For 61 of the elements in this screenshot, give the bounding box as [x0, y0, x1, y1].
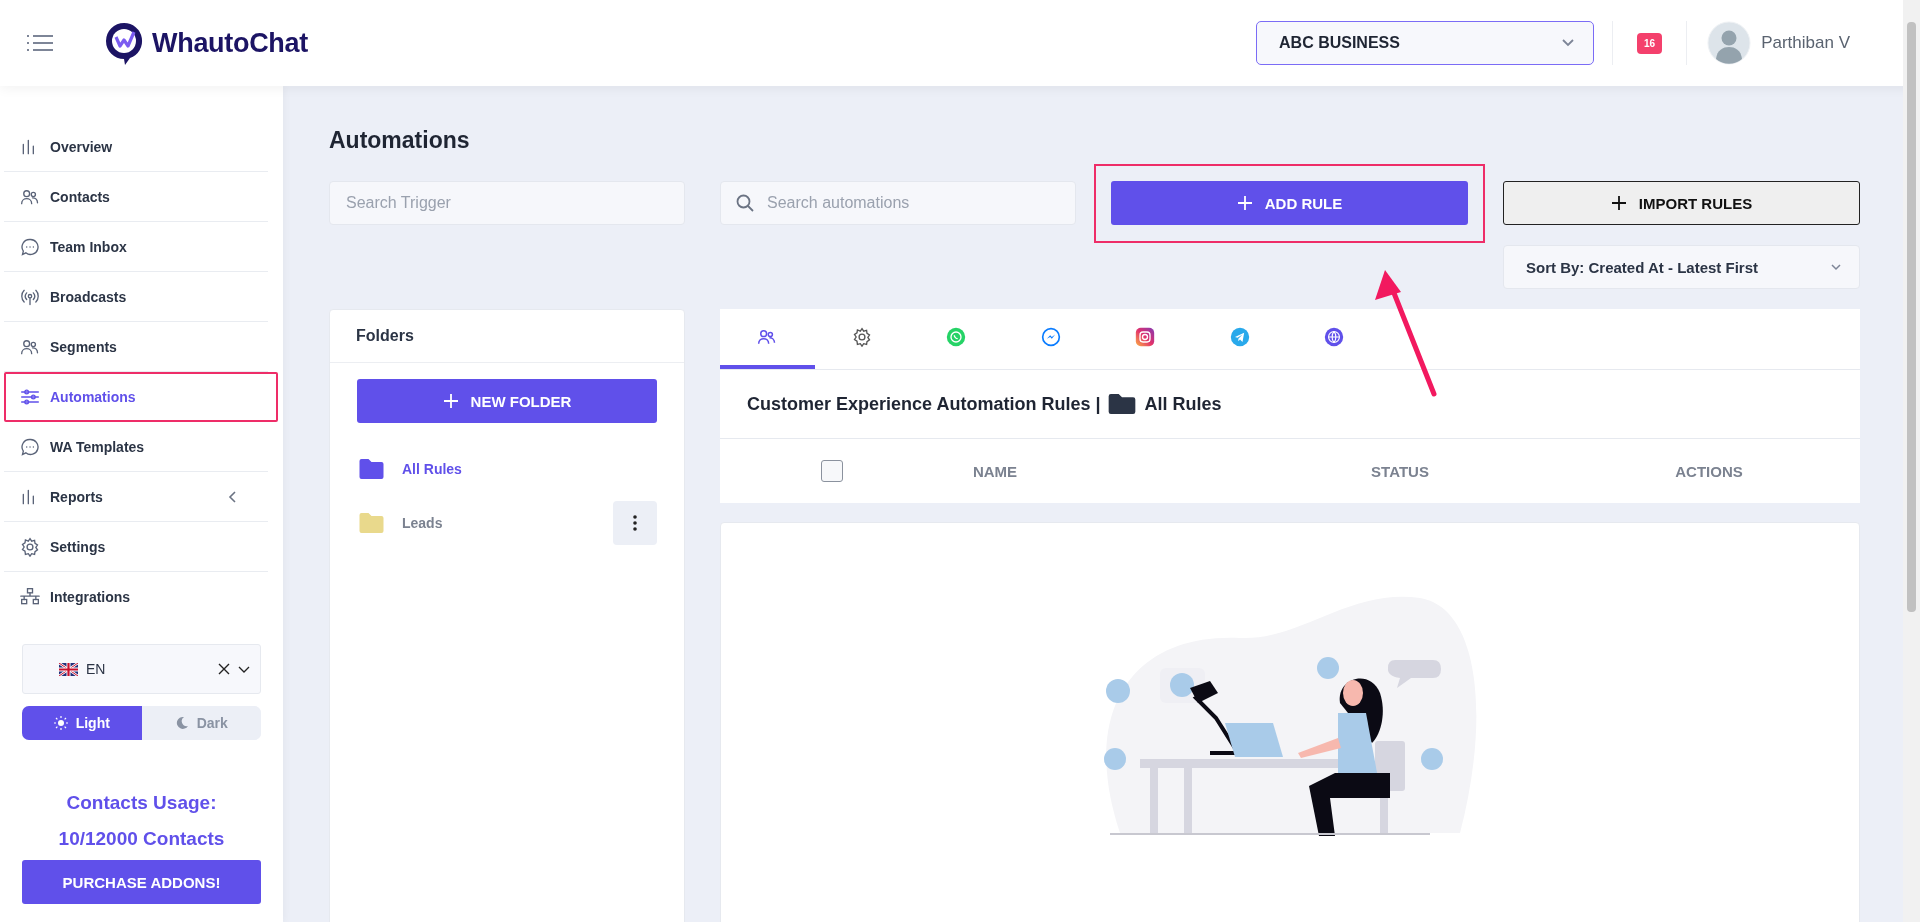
user-name: Parthiban V — [1761, 33, 1850, 53]
instagram-icon — [1135, 327, 1156, 347]
people-icon — [757, 327, 778, 347]
import-rules-button[interactable]: IMPORT RULES — [1503, 181, 1860, 225]
settings-icon — [20, 536, 40, 557]
plus-icon — [442, 393, 459, 409]
plus-icon — [1236, 195, 1253, 211]
folder-icon — [1108, 394, 1137, 414]
breadcrumb-folder: All Rules — [1144, 393, 1222, 415]
telegram-icon — [1229, 327, 1250, 347]
search-field[interactable]: Search automations — [720, 181, 1076, 225]
scrollbar[interactable] — [1903, 0, 1920, 922]
notification-badge[interactable]: 16 — [1637, 32, 1663, 54]
sidebar-item[interactable]: Segments — [4, 322, 268, 372]
usage-value: 10/12000 Contacts — [57, 828, 226, 850]
flag-icon — [59, 662, 78, 676]
breadcrumb-section: Customer Experience Automation Rules | — [747, 393, 1101, 415]
network-icon — [20, 587, 40, 607]
select-all-checkbox[interactable] — [821, 460, 843, 482]
plus-icon — [1610, 195, 1627, 211]
sidebar-item[interactable]: Automations — [4, 372, 278, 422]
settings-icon — [851, 327, 872, 347]
column-header: STATUS — [1370, 462, 1430, 480]
sort-select[interactable]: Sort By: Created At - Latest First — [1503, 245, 1860, 289]
search-trigger-field[interactable]: Search Trigger — [329, 181, 685, 225]
sidebar-item[interactable]: Broadcasts — [4, 272, 268, 322]
sidebar-item[interactable]: Integrations — [4, 572, 268, 622]
sidebar-item[interactable]: Contacts — [4, 172, 268, 222]
avatar-icon[interactable] — [1707, 21, 1752, 65]
column-header: NAME — [971, 462, 1019, 480]
sidebar-item[interactable]: Settings — [4, 522, 268, 572]
logo-text: WhautoChat — [152, 27, 308, 59]
column-header: ACTIONS — [1674, 462, 1744, 480]
sun-icon — [53, 716, 68, 730]
menu-icon[interactable] — [26, 33, 54, 53]
add-rule-button[interactable]: ADD RULE — [1111, 181, 1468, 225]
page-title: Automations — [329, 127, 471, 154]
moon-icon — [174, 716, 189, 730]
globe-icon — [1324, 327, 1345, 347]
new-folder-button[interactable]: NEW FOLDER — [357, 379, 657, 423]
kebab-icon — [633, 515, 637, 531]
folder-item[interactable]: All Rules — [357, 447, 657, 491]
sliders-icon — [20, 387, 40, 407]
sidebar-item[interactable]: Overview — [4, 122, 268, 172]
close-icon[interactable] — [218, 663, 230, 675]
whatsapp-icon — [946, 327, 967, 347]
chevron-down-icon — [1561, 38, 1576, 48]
panel-title: Folders — [356, 327, 414, 345]
folder-item[interactable]: Leads — [357, 501, 657, 545]
language-select[interactable]: EN — [22, 644, 261, 694]
chat-bubble-icon — [20, 436, 40, 457]
chevron-down-icon — [1829, 262, 1843, 272]
chat-bubble-icon — [20, 236, 40, 257]
theme-toggle-button[interactable]: Light — [22, 706, 142, 740]
sidebar-item[interactable]: Team Inbox — [4, 222, 268, 272]
purchase-button[interactable]: PURCHASE ADDONS! — [22, 860, 261, 904]
sidebar-item[interactable]: Reports — [4, 472, 268, 522]
messenger-icon — [1040, 327, 1061, 347]
usage-title: Contacts Usage: — [65, 792, 218, 814]
business-select[interactable]: ABC BUSINESS — [1256, 21, 1595, 65]
sidebar-item[interactable]: WA Templates — [4, 422, 268, 472]
